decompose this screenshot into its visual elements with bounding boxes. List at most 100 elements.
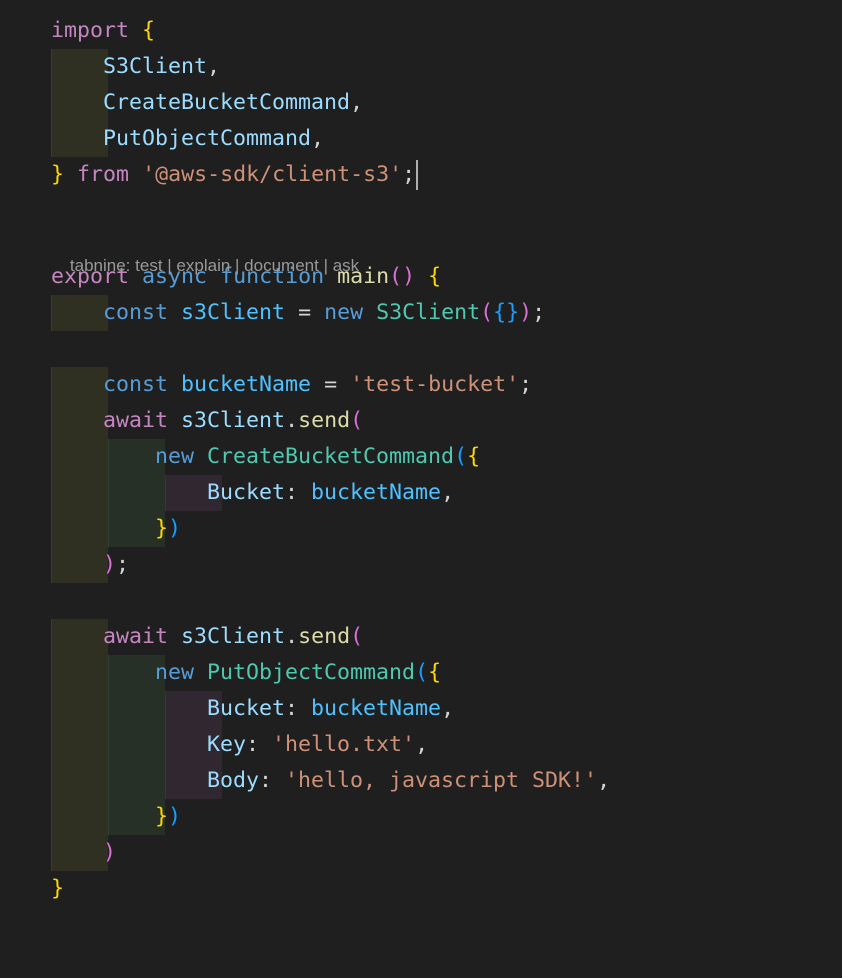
code-token: ; — [402, 162, 416, 187]
code-line[interactable]: new CreateBucketCommand({ — [51, 439, 480, 475]
codelens-prefix: tabnine: — [69, 256, 136, 275]
code-line[interactable]: Bucket: bucketName, — [51, 475, 454, 511]
code-token: , — [415, 732, 429, 757]
code-token: bucketName — [311, 696, 442, 721]
code-token: = — [285, 300, 325, 325]
codelens-action-document[interactable]: document — [244, 256, 319, 275]
code-line[interactable]: Bucket: bucketName, — [51, 691, 454, 727]
code-token: ; — [532, 300, 546, 325]
code-editor[interactable]: import { S3Client, CreateBucketCommand, … — [0, 0, 842, 978]
code-line[interactable]: }) — [51, 511, 181, 547]
code-token: ( — [350, 624, 364, 649]
code-token: } — [51, 876, 65, 901]
code-line[interactable]: } from '@aws-sdk/client-s3'; — [51, 157, 419, 193]
code-token: ) — [519, 300, 533, 325]
code-token: import — [51, 18, 130, 43]
code-token: { — [428, 660, 442, 685]
code-line[interactable]: import { — [51, 13, 155, 49]
code-token: ) — [103, 840, 117, 865]
code-line[interactable]: await s3Client.send( — [51, 403, 363, 439]
text-cursor — [416, 160, 419, 190]
code-token: , — [207, 54, 221, 79]
code-token: : — [259, 768, 286, 793]
code-token: ) — [103, 552, 117, 577]
code-token: S3Client — [376, 300, 481, 325]
tabnine-codelens: tabnine: test | explain | document | ask — [51, 230, 359, 275]
code-token: , — [350, 90, 364, 115]
code-token: PutObjectCommand — [103, 126, 312, 151]
code-token: : — [285, 696, 312, 721]
code-token: await — [103, 408, 169, 433]
codelens-action-ask[interactable]: ask — [333, 256, 359, 275]
code-line[interactable]: Body: 'hello, javascript SDK!', — [51, 763, 610, 799]
code-token: Bucket — [207, 480, 286, 505]
code-token: ) — [168, 516, 182, 541]
code-line[interactable]: await s3Client.send( — [51, 619, 363, 655]
code-token: new — [324, 300, 364, 325]
code-token: ( — [480, 300, 494, 325]
code-token: bucketName — [311, 480, 442, 505]
code-token: { — [142, 18, 156, 43]
code-token: ( — [415, 660, 429, 685]
code-line[interactable]: const bucketName = 'test-bucket'; — [51, 367, 532, 403]
code-token: send — [298, 408, 351, 433]
code-line[interactable]: } — [51, 871, 64, 907]
code-token: } — [155, 516, 169, 541]
code-line[interactable]: ) — [51, 835, 116, 871]
codelens-action-test[interactable]: test — [135, 256, 162, 275]
code-token: const — [103, 300, 169, 325]
code-token: ; — [116, 552, 130, 577]
code-line[interactable]: S3Client, — [51, 49, 220, 85]
code-line[interactable]: const s3Client = new S3Client({}); — [51, 295, 545, 331]
code-line[interactable]: new PutObjectCommand({ — [51, 655, 441, 691]
code-token: { — [428, 264, 442, 289]
code-token: s3Client — [181, 624, 286, 649]
codelens-separator: | — [162, 256, 177, 275]
code-token: : — [246, 732, 273, 757]
code-line[interactable]: PutObjectCommand, — [51, 121, 324, 157]
code-token: '@aws-sdk/client-s3' — [142, 162, 403, 187]
code-token: send — [298, 624, 351, 649]
code-token: , — [311, 126, 325, 151]
code-token: ) — [168, 804, 182, 829]
code-token: S3Client — [103, 54, 208, 79]
codelens-action-explain[interactable]: explain — [176, 256, 230, 275]
code-line[interactable]: }) — [51, 799, 181, 835]
code-token: await — [103, 624, 169, 649]
code-token: 'hello.txt' — [272, 732, 416, 757]
code-token: Key — [207, 732, 247, 757]
code-token: s3Client — [181, 408, 286, 433]
code-token: ( — [454, 444, 468, 469]
codelens-separator: | — [318, 256, 333, 275]
code-line[interactable]: Key: 'hello.txt', — [51, 727, 428, 763]
code-line[interactable]: CreateBucketCommand, — [51, 85, 363, 121]
code-token: new — [155, 660, 195, 685]
code-token: 'test-bucket' — [350, 372, 520, 397]
code-token: new — [155, 444, 195, 469]
code-token: const — [103, 372, 169, 397]
code-line[interactable]: ); — [51, 547, 129, 583]
code-token: from — [77, 162, 130, 187]
